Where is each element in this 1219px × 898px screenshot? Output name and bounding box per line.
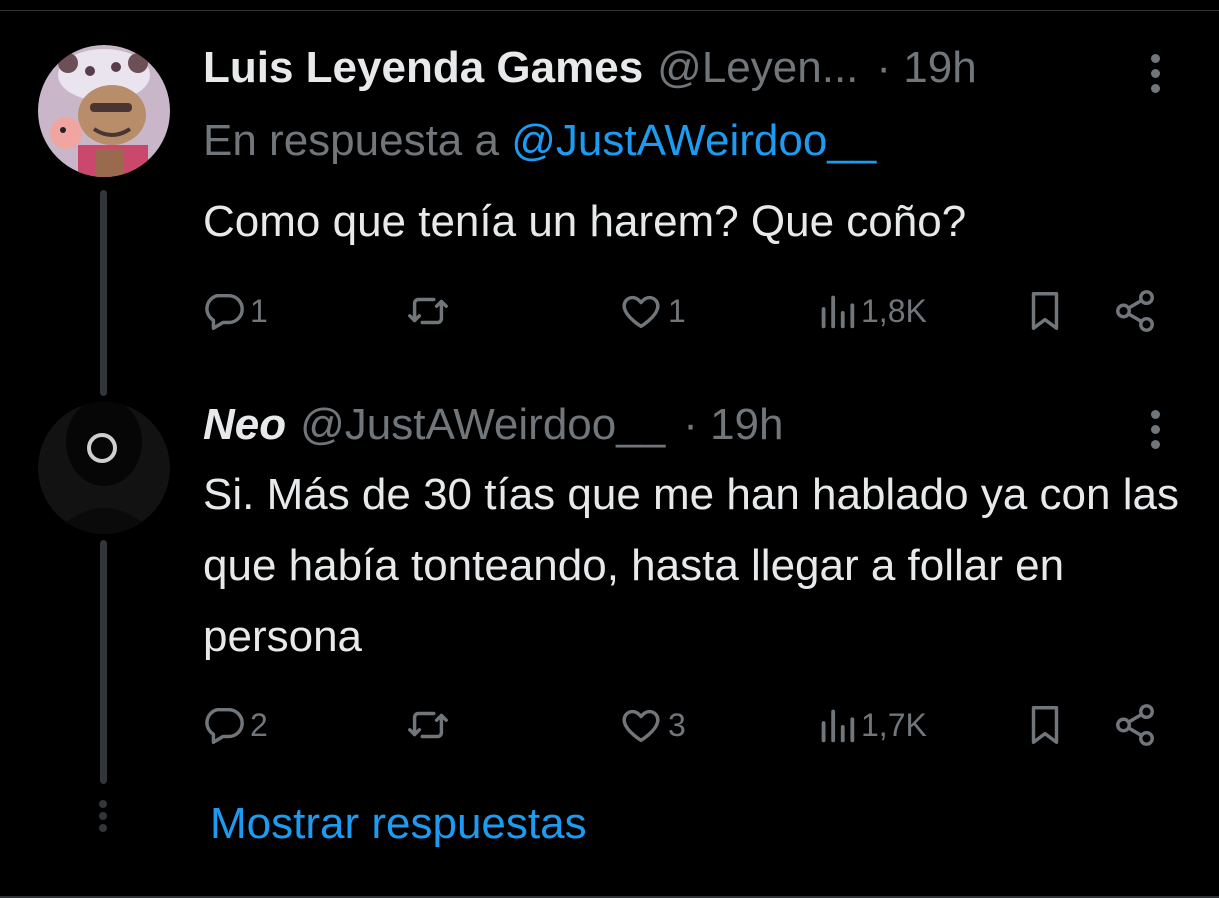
reply-button[interactable]: 1 (200, 286, 268, 336)
retweet-button[interactable] (405, 286, 455, 336)
thread-line (100, 540, 107, 784)
views-count: 1,8K (861, 292, 927, 329)
reply-icon (205, 293, 244, 330)
like-button[interactable]: 3 (618, 700, 686, 750)
retweet-icon (408, 711, 448, 739)
like-icon (622, 295, 660, 329)
bookmark-button[interactable] (1022, 286, 1068, 336)
thread-continuation-dots (97, 800, 109, 836)
author-name[interactable]: Neo (203, 399, 286, 451)
author-name[interactable]: Luis Leyenda Games (203, 42, 643, 94)
author-handle[interactable]: @Leyen... (657, 42, 858, 94)
reply-count: 2 (250, 706, 268, 743)
views-count: 1,7K (861, 706, 927, 743)
like-count: 1 (668, 292, 686, 329)
retweet-button[interactable] (405, 700, 455, 750)
more-icon[interactable] (1148, 54, 1162, 99)
reply-button[interactable]: 2 (200, 700, 268, 750)
bookmark-button[interactable] (1022, 700, 1068, 750)
more-icon[interactable] (1148, 410, 1162, 455)
bookmark-icon (1031, 292, 1059, 330)
share-button[interactable] (1112, 286, 1158, 336)
like-button[interactable]: 1 (618, 286, 686, 336)
bookmark-icon (1031, 706, 1059, 744)
reply-mention-link[interactable]: @JustAWeirdoo__ (511, 116, 876, 165)
show-replies-link[interactable]: Mostrar respuestas (210, 796, 587, 852)
retweet-icon (408, 297, 448, 325)
top-divider (0, 10, 1219, 11)
tweet-text: Como que tenía un harem? Que coño? (203, 197, 967, 246)
share-icon (1116, 704, 1154, 746)
views-button[interactable]: 1,7K (817, 700, 927, 750)
tweet-header: Luis Leyenda Games @Leyen... · 19h (203, 42, 977, 94)
tweet-actions: 1 1 1,8K (200, 286, 1170, 336)
like-icon (622, 709, 660, 743)
tweet-header: Neo @JustAWeirdoo__ · 19h (203, 399, 783, 451)
share-button[interactable] (1112, 700, 1158, 750)
avatar-luis[interactable] (38, 45, 170, 177)
share-icon (1116, 290, 1154, 332)
views-button[interactable]: 1,8K (817, 286, 927, 336)
reply-icon (205, 707, 244, 744)
tweet-time[interactable]: · 19h (683, 399, 783, 451)
views-icon (821, 295, 855, 329)
reply-context: En respuesta a @JustAWeirdoo__ (203, 113, 876, 169)
tweet-time[interactable]: · 19h (876, 42, 976, 94)
cartoon-character-avatar-icon (38, 45, 170, 177)
dark-masked-figure-avatar-icon (38, 402, 170, 534)
reply-count: 1 (250, 292, 268, 329)
reply-prefix: En respuesta a (203, 116, 512, 165)
tweet-text: Si. Más de 30 tías que me han hablado ya… (203, 470, 1179, 661)
like-count: 3 (668, 706, 686, 743)
views-icon (821, 709, 855, 743)
avatar-neo[interactable] (38, 402, 170, 534)
thread-line (100, 190, 107, 396)
author-handle[interactable]: @JustAWeirdoo__ (300, 399, 665, 451)
tweet-actions: 2 3 1,7K (200, 700, 1170, 750)
